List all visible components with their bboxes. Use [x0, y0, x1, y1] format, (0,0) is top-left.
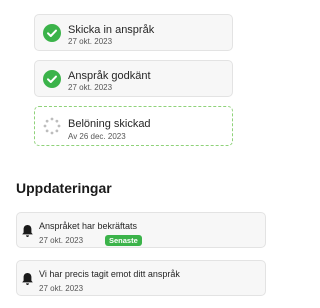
step-title: Anspråk godkänt: [68, 70, 151, 82]
step-reward-sent: Belöning skickad Av 26 dec. 2023: [34, 106, 233, 146]
spinner-icon: [43, 117, 61, 135]
bell-icon: [22, 225, 33, 237]
latest-badge: Senaste: [105, 235, 142, 246]
step-title: Skicka in anspråk: [68, 24, 155, 36]
claim-progress: Skicka in anspråk 27 okt. 2023 Anspråk g…: [34, 14, 233, 155]
step-claim-approved: Anspråk godkänt 27 okt. 2023: [34, 60, 233, 97]
updates-list: Anspråket har bekräftats 27 okt. 2023 Se…: [16, 212, 266, 308]
updates-heading: Uppdateringar: [16, 180, 112, 196]
step-date: 27 okt. 2023: [68, 83, 113, 92]
check-circle-icon: [43, 70, 61, 88]
step-date: 27 okt. 2023: [68, 37, 113, 46]
step-title: Belöning skickad: [68, 118, 151, 130]
update-item: Anspråket har bekräftats 27 okt. 2023 Se…: [16, 212, 266, 248]
check-circle-icon: [43, 24, 61, 42]
update-date: 27 okt. 2023: [39, 284, 84, 293]
update-title: Vi har precis tagit emot ditt anspråk: [39, 269, 180, 279]
update-date: 27 okt. 2023: [39, 236, 84, 245]
step-submit-claim: Skicka in anspråk 27 okt. 2023: [34, 14, 233, 51]
bell-icon: [22, 273, 33, 285]
update-title: Anspråket har bekräftats: [39, 221, 138, 231]
update-item: Vi har precis tagit emot ditt anspråk 27…: [16, 260, 266, 296]
step-date: Av 26 dec. 2023: [68, 132, 126, 141]
